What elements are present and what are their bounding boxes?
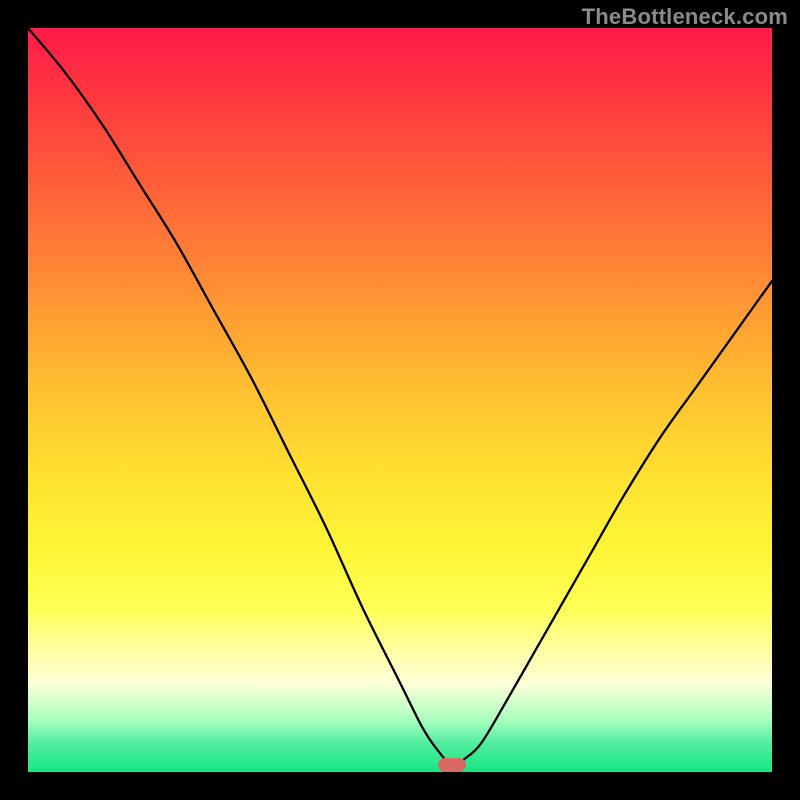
optimum-marker <box>438 758 466 772</box>
plot-area <box>28 28 772 772</box>
bottleneck-curve <box>28 28 772 772</box>
chart-frame: TheBottleneck.com <box>0 0 800 800</box>
watermark-text: TheBottleneck.com <box>582 4 788 30</box>
